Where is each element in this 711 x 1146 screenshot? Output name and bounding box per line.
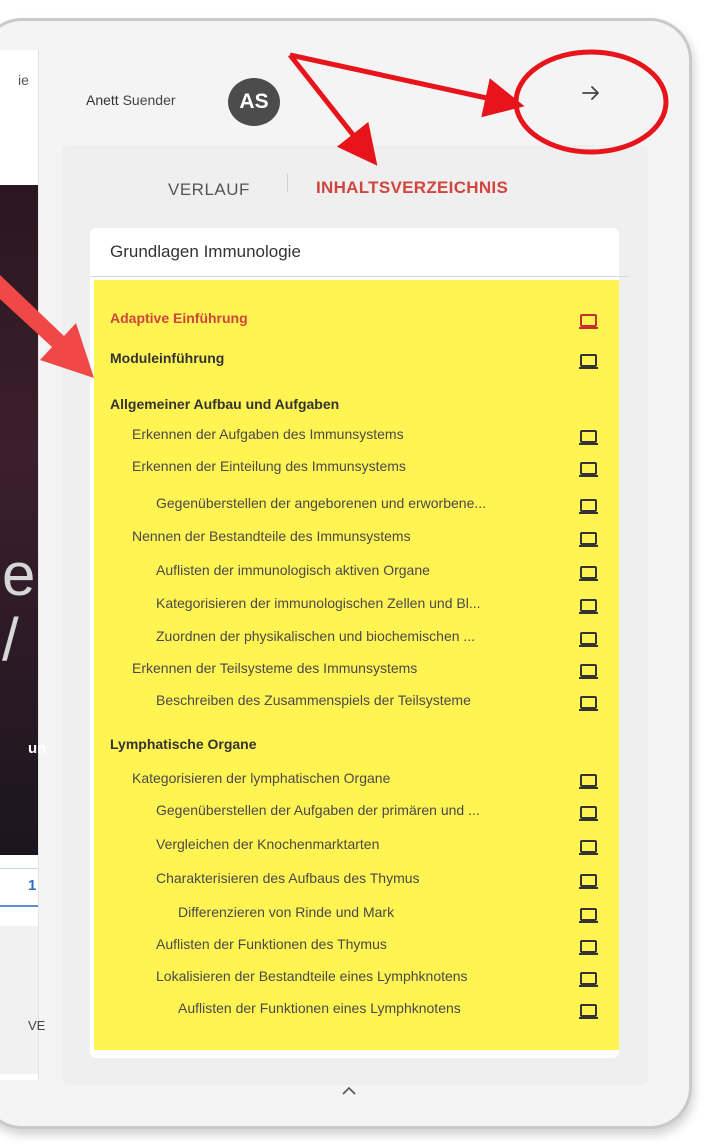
toc-item[interactable]: Zuordnen der physikalischen und biochemi… — [156, 628, 475, 644]
toc-section[interactable]: Allgemeiner Aufbau und Aufgaben — [110, 396, 339, 412]
divider — [90, 276, 629, 277]
laptop-icon — [579, 532, 598, 547]
laptop-icon — [579, 354, 598, 369]
toc-item[interactable]: Auflisten der Funktionen eines Lymphknot… — [178, 1000, 461, 1016]
laptop-icon — [579, 462, 598, 477]
background-section-label: VE — [28, 1018, 46, 1033]
background-hero-label: un — [28, 740, 47, 757]
toc-item[interactable]: Beschreiben des Zusammenspiels der Teils… — [156, 692, 471, 708]
toc-item[interactable]: Auflisten der immunologisch aktiven Orga… — [156, 562, 430, 578]
laptop-icon — [579, 632, 598, 647]
toc-item[interactable]: Nennen der Bestandteile des Immunsystems — [132, 528, 411, 544]
table-of-contents: Adaptive Einführung Moduleinführung Allgem… — [94, 280, 619, 1050]
toc-item[interactable]: Differenzieren von Rinde und Mark — [178, 904, 394, 920]
user-last-name: Suender — [122, 92, 176, 108]
laptop-icon — [579, 940, 598, 955]
tab-verlauf[interactable]: VERLAUF — [168, 180, 250, 200]
chevron-up-icon[interactable] — [341, 1080, 357, 1101]
laptop-icon — [579, 774, 598, 789]
arrow-right-icon[interactable] — [580, 82, 602, 111]
toc-item[interactable]: Erkennen der Teilsysteme des Immunsystem… — [132, 660, 417, 676]
laptop-icon — [579, 664, 598, 679]
toc-item[interactable]: Auflisten der Funktionen des Thymus — [156, 936, 387, 952]
toc-item[interactable]: Vergleichen der Knochenmarktarten — [156, 836, 379, 852]
tab-divider — [287, 174, 288, 192]
tab-inhaltsverzeichnis[interactable]: INHALTSVERZEICHNIS — [316, 178, 508, 198]
laptop-icon — [579, 696, 598, 711]
laptop-icon — [579, 430, 598, 445]
toc-item[interactable]: Gegenüberstellen der angeborenen und erw… — [156, 495, 486, 511]
toc-item[interactable]: Erkennen der Einteilung des Immunsystems — [132, 458, 406, 474]
laptop-icon — [579, 566, 598, 581]
laptop-icon — [579, 874, 598, 889]
background-section: VE — [0, 926, 45, 1074]
toc-section[interactable]: Lymphatische Organe — [110, 736, 257, 752]
toc-item[interactable]: Gegenüberstellen der Aufgaben der primär… — [156, 802, 480, 818]
background-hero-text: / — [2, 606, 19, 673]
toc-item[interactable]: Kategorisieren der immunologischen Zelle… — [156, 595, 481, 611]
background-tab-label: 1 — [28, 877, 37, 894]
avatar[interactable]: AS — [228, 78, 280, 126]
user-name: Anett Suender — [86, 92, 176, 108]
toc-item[interactable]: Lokalisieren der Bestandteile eines Lymp… — [156, 968, 468, 984]
laptop-icon — [579, 908, 598, 923]
laptop-icon — [579, 1004, 598, 1019]
laptop-icon — [579, 972, 598, 987]
arrow-right-icon-svg — [582, 86, 599, 100]
toc-item[interactable]: Kategorisieren der lymphatischen Organe — [132, 770, 390, 786]
laptop-icon — [579, 499, 598, 514]
toc-item[interactable]: Charakterisieren des Aufbaus des Thymus — [156, 870, 420, 886]
background-hero-text: e — [2, 541, 36, 608]
background-tab: 1 — [0, 868, 38, 907]
background-hero-image: e / un — [0, 185, 46, 855]
toc-section[interactable]: Adaptive Einführung — [110, 310, 248, 326]
laptop-icon — [579, 840, 598, 855]
user-first-name: Anett — [86, 92, 119, 108]
background-text: ie — [18, 72, 29, 88]
toc-item[interactable]: Erkennen der Aufgaben des Immunsystems — [132, 426, 404, 442]
laptop-icon — [579, 806, 598, 821]
course-title: Grundlagen Immunologie — [110, 242, 301, 261]
laptop-icon — [579, 314, 598, 329]
laptop-icon — [579, 599, 598, 614]
chevron-up-icon-svg — [342, 1086, 356, 1095]
toc-section[interactable]: Moduleinführung — [110, 350, 224, 366]
